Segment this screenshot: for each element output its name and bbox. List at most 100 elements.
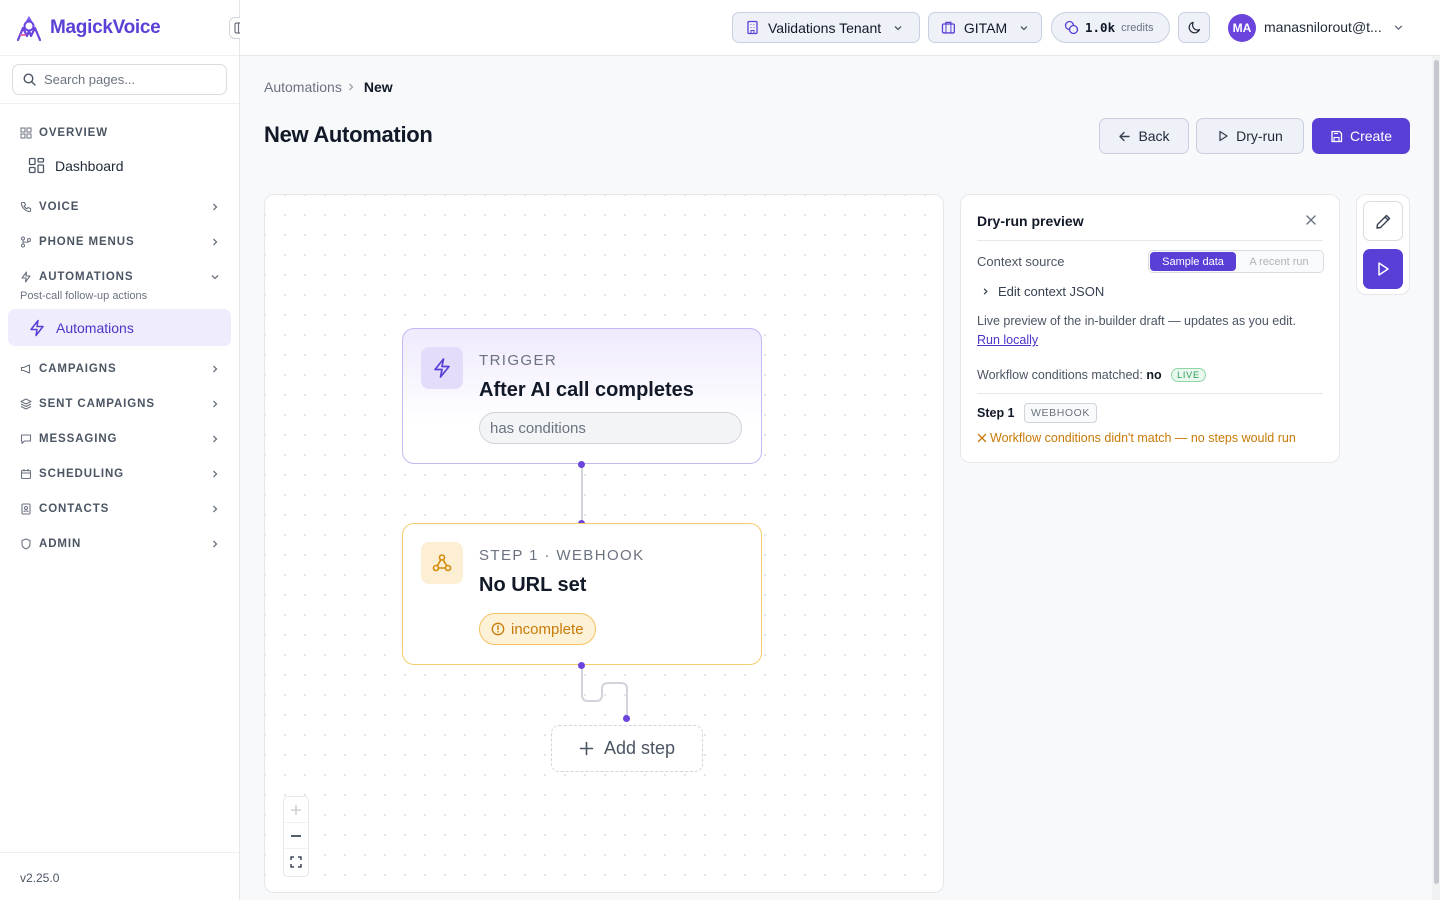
option-recent-run[interactable]: A recent run [1236,252,1322,271]
create-button[interactable]: Create [1312,118,1410,154]
page-title: New Automation [264,122,433,147]
run-locally-link[interactable]: Run locally [977,333,1038,347]
panel-title: Dry-run preview [977,213,1084,229]
dry-run-mode-button[interactable] [1363,249,1403,289]
step-output-port[interactable] [578,662,585,669]
close-icon[interactable] [1305,214,1317,226]
sidebar-item-dashboard[interactable]: Dashboard [8,147,231,184]
moon-icon [1188,21,1200,34]
sidebar: MagickVoice OVERVIEW Dashboard VOICE PHO… [0,0,251,900]
edit-context-json-toggle[interactable]: Edit context JSON [981,284,1104,299]
nav-section-label: SCHEDULING [39,468,125,480]
nav-section-label: VOICE [39,201,80,213]
scrollbar-thumb[interactable] [1434,60,1439,884]
chevron-right-icon [213,400,218,408]
chevron-down-icon[interactable] [1393,22,1404,33]
org-name: GITAM [963,19,1008,36]
grid-icon [20,127,32,139]
trigger-kicker: TRIGGER [479,352,558,369]
option-sample-data[interactable]: Sample data [1150,252,1236,271]
conditions-value: no [1146,368,1162,382]
building-icon [747,20,758,35]
webhook-icon [432,554,452,572]
dry-run-button-label: Dry-run [1236,128,1283,144]
nav-section-label: MESSAGING [39,433,118,445]
save-icon [1331,130,1343,142]
step-row: Step 1 WEBHOOK [977,403,1098,423]
calendar-icon [20,469,32,480]
bolt-icon [434,358,450,378]
add-step-input-port[interactable] [623,715,630,722]
nav-section-sent-campaigns[interactable]: SENT CAMPAIGNS [20,394,220,414]
theme-toggle-button[interactable] [1178,12,1210,43]
coins-icon [1064,20,1079,35]
search-box[interactable] [12,64,227,95]
nav-section-contacts[interactable]: CONTACTS [20,499,220,519]
back-button[interactable]: Back [1099,118,1189,154]
topbar: Validations Tenant GITAM 1.0k credits MA… [240,0,1440,56]
nav-section-messaging[interactable]: MESSAGING [20,429,220,449]
minus-icon [291,834,301,837]
megaphone-icon [20,364,31,374]
briefcase-icon [941,21,955,34]
add-step-button[interactable]: Add step [551,725,703,772]
divider [0,55,239,56]
nav-section-automations[interactable]: AUTOMATIONS [20,267,220,287]
trigger-icon-box [421,347,463,389]
step-type-tag: WEBHOOK [1024,403,1098,423]
divider [977,240,1323,241]
nav-section-label: OVERVIEW [39,127,108,139]
nav-section-scheduling[interactable]: SCHEDULING [20,464,220,484]
nav-section-admin[interactable]: ADMIN [20,534,220,554]
chevron-right-icon [348,83,354,91]
play-icon [1378,262,1389,276]
contact-card-icon [21,503,31,515]
sidebar-item-automations[interactable]: Automations [8,309,231,346]
alert-circle-icon [491,622,505,636]
context-source-label: Context source [977,254,1065,269]
credits-label: credits [1121,21,1154,34]
chevron-right-icon [213,365,218,373]
conditions-chip[interactable]: has conditions [479,412,742,444]
conditions-status: Workflow conditions matched: no LIVE [977,368,1206,382]
chevron-down-icon [894,25,902,30]
divider [0,852,239,853]
org-selector[interactable]: GITAM [928,12,1042,43]
sidebar-item-label: Automations [56,319,134,336]
trigger-output-port[interactable] [578,461,585,468]
avatar[interactable]: MA [1228,14,1256,42]
nav-section-description: Post-call follow-up actions [20,290,148,302]
trigger-node[interactable]: TRIGGER After AI call completes has cond… [402,328,762,464]
search-input[interactable] [44,72,214,87]
nav-section-overview: OVERVIEW [20,123,220,143]
nav-section-label: PHONE MENUS [39,236,135,248]
nav-section-campaigns[interactable]: CAMPAIGNS [20,359,220,379]
chat-icon [20,434,32,445]
zoom-in-button[interactable] [284,797,308,823]
dry-run-panel: Dry-run preview Context source Sample da… [960,194,1340,463]
back-button-label: Back [1138,128,1170,144]
webhook-step-node[interactable]: STEP 1 · WEBHOOK No URL set incomplete [402,523,762,665]
preview-description: Live preview of the in-builder draft — u… [977,314,1296,328]
tenant-selector[interactable]: Validations Tenant [732,12,920,43]
brand[interactable]: MagickVoice [16,13,161,43]
breadcrumb-parent[interactable]: Automations [264,79,342,95]
context-source-toggle: Sample data A recent run [1148,250,1324,273]
step-kicker: STEP 1 · WEBHOOK [479,547,645,564]
nav-section-phone-menus[interactable]: PHONE MENUS [20,232,220,252]
bolt-icon [21,271,31,283]
workflow-canvas[interactable]: TRIGGER After AI call completes has cond… [264,194,944,893]
nav-section-label: CONTACTS [39,503,110,515]
incomplete-badge[interactable]: incomplete [479,613,596,645]
user-email[interactable]: manasnilorout@t... [1264,19,1382,35]
dashboard-icon [28,157,45,174]
nav-section-label: AUTOMATIONS [39,271,134,283]
nav-section-voice[interactable]: VOICE [20,197,220,217]
sidebar-item-label: Dashboard [55,157,124,174]
fit-view-button[interactable] [284,849,308,875]
zoom-out-button[interactable] [284,823,308,849]
edit-mode-button[interactable] [1363,201,1403,241]
credits-badge[interactable]: 1.0k credits [1051,12,1170,43]
breadcrumb: Automations New [264,79,393,95]
dry-run-button[interactable]: Dry-run [1196,118,1304,154]
